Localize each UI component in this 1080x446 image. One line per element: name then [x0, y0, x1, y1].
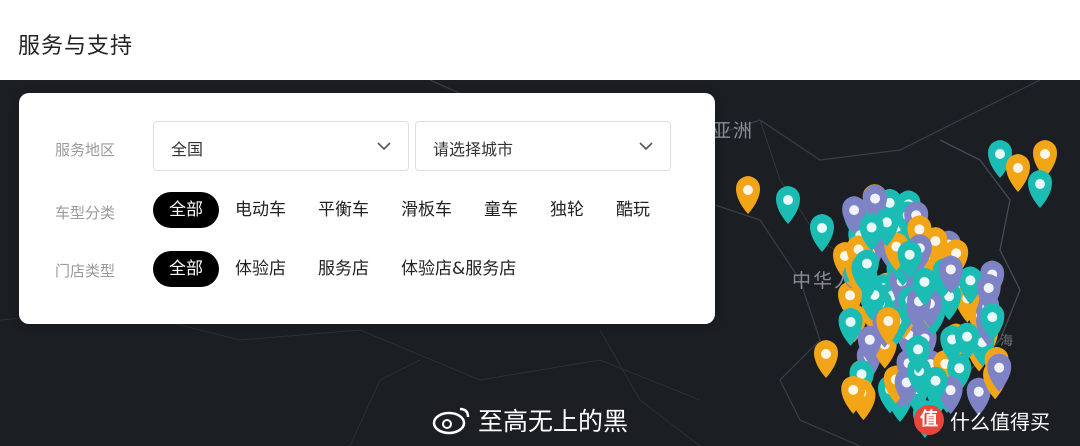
store-marker-experience[interactable] [736, 176, 760, 214]
store-cluster [736, 140, 1057, 438]
store-marker-service[interactable] [1028, 170, 1052, 208]
region-label: 服务地区 [55, 141, 116, 159]
smzdm-logo-icon: 值 [914, 405, 944, 435]
store-marker-service[interactable] [776, 186, 800, 224]
store-type-chips: 全部 体验店 服务店 体验店&服务店 [153, 251, 532, 287]
chip-vehicle-fun[interactable]: 酷玩 [600, 192, 666, 228]
store-marker-experience[interactable] [1006, 154, 1030, 192]
page-title: 服务与支持 [18, 34, 134, 59]
chevron-down-icon [639, 142, 653, 151]
chip-store-experience[interactable]: 体验店 [219, 251, 302, 287]
province-select[interactable]: 全国 [153, 121, 409, 171]
chip-store-all[interactable]: 全部 [153, 251, 219, 287]
chip-vehicle-all[interactable]: 全部 [153, 192, 219, 228]
store-marker-experience[interactable] [814, 340, 838, 378]
map-label-china: 中华人 [792, 270, 856, 292]
smzdm-watermark: 值 什么值得买 [914, 402, 1050, 438]
chip-vehicle-kids[interactable]: 童车 [468, 192, 534, 228]
chip-vehicle-ebike[interactable]: 电动车 [219, 192, 302, 228]
vehicle-chips: 全部 电动车 平衡车 滑板车 童车 独轮 酷玩 [153, 192, 666, 228]
map-label-sea: 海 [1000, 334, 1015, 349]
map-label-asia: 亚洲 [712, 120, 755, 142]
chevron-down-icon [377, 142, 391, 151]
weibo-icon [432, 407, 470, 435]
store-type-label: 门店类型 [55, 262, 116, 280]
city-select[interactable]: 请选择城市 [415, 121, 671, 171]
page-header: 服务与支持 [0, 0, 1080, 80]
chip-vehicle-scooter[interactable]: 滑板车 [385, 192, 468, 228]
vehicle-label: 车型分类 [55, 204, 116, 222]
weibo-watermark: 至高无上的黑 [432, 400, 628, 440]
province-value: 全国 [171, 140, 204, 159]
chip-store-both[interactable]: 体验店&服务店 [385, 251, 532, 287]
city-placeholder: 请选择城市 [433, 140, 514, 159]
weibo-username: 至高无上的黑 [478, 407, 629, 436]
chip-store-service[interactable]: 服务店 [302, 251, 385, 287]
smzdm-text: 什么值得买 [950, 409, 1050, 434]
store-marker-service[interactable] [810, 214, 834, 252]
chip-vehicle-unicycle[interactable]: 独轮 [534, 192, 600, 228]
filter-panel: 服务地区 全国 请选择城市 车型分类 全部 电动车 平衡车 滑板车 童车 独轮 … [19, 93, 715, 324]
chip-vehicle-balance[interactable]: 平衡车 [302, 192, 385, 228]
